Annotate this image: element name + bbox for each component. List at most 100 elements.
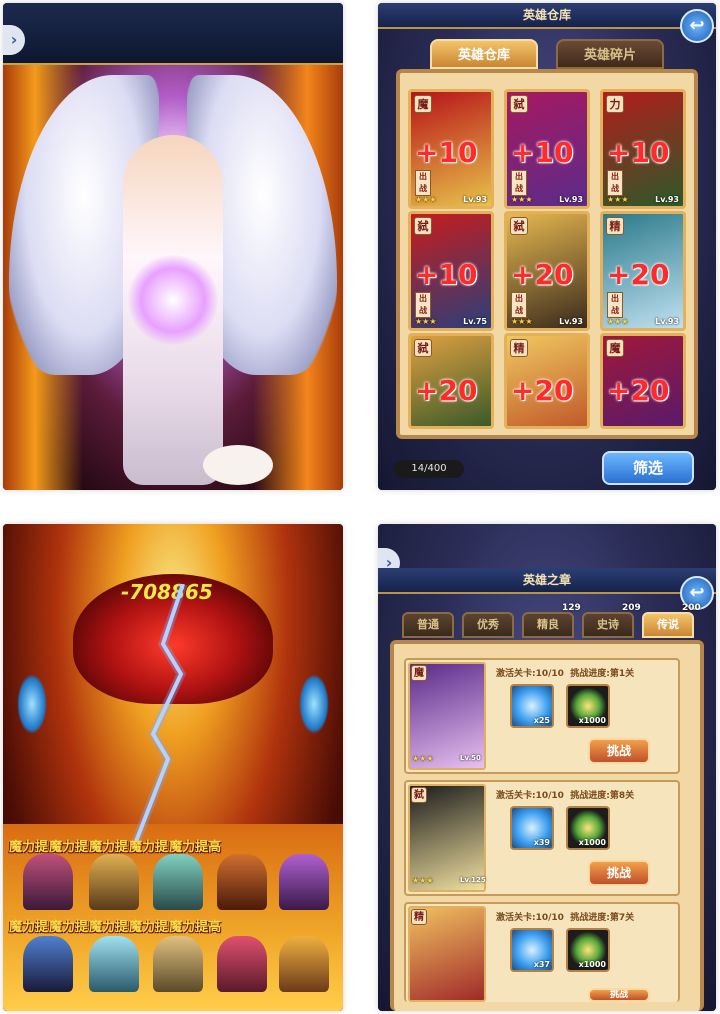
challenge-progress: 挑战进度:第1关 — [570, 669, 635, 679]
battle-badge: 出战 — [607, 292, 623, 318]
blue-flame-left — [17, 674, 47, 734]
tab-common[interactable]: 普通 — [402, 612, 454, 638]
chapter-row[interactable]: 弑 ★★★ Lv.125 激活关卡:10/10 挑战进度:第8关 x39 x10… — [404, 780, 680, 896]
stage-progress: 激活关卡:10/10 挑战进度:第7关 — [496, 910, 634, 923]
active-stages: 激活关卡:10/10 — [496, 913, 564, 923]
buff-text: 魔力提 — [49, 840, 89, 855]
battle-badge: 出战 — [511, 292, 527, 318]
ally-unit[interactable] — [153, 854, 203, 910]
challenge-progress: 挑战进度:第8关 — [570, 791, 635, 801]
buff-text: 魔力提 — [89, 920, 129, 935]
challenge-button[interactable]: 挑战 — [588, 988, 650, 1002]
hero-card[interactable]: 弑 +10 出战 ★★★ Lv.75 — [408, 211, 494, 331]
ally-unit[interactable] — [279, 854, 329, 910]
lamb-figure — [203, 445, 273, 485]
star-rating: ★★★ — [511, 195, 533, 204]
faction-badge: 力 — [606, 95, 624, 113]
upgrade-bonus: +20 — [511, 258, 574, 291]
ally-unit[interactable] — [153, 936, 203, 992]
hero-card[interactable]: 魔 +10 出战 ★★★ Lv.93 — [408, 89, 494, 209]
faction-badge: 魔 — [606, 339, 624, 357]
blue-flame-right — [299, 674, 329, 734]
hero-level: Lv.93 — [655, 317, 679, 326]
ally-unit[interactable] — [217, 854, 267, 910]
tab-fine[interactable]: 精良 — [522, 612, 574, 638]
buff-text: 魔力提 — [129, 840, 169, 855]
item-quantity: x1000 — [578, 960, 606, 969]
buff-text: 魔力提 — [9, 840, 49, 855]
upgrade-bonus: +20 — [415, 374, 478, 407]
battle-scene-panel[interactable]: -708865 魔力提魔力提魔力提魔力提魔力提高 魔力提魔力提魔力提魔力提魔力提… — [3, 524, 343, 1011]
buff-text: 魔力提 — [89, 840, 129, 855]
faction-badge: 精 — [606, 217, 624, 235]
faction-badge: 弑 — [510, 217, 528, 235]
buff-text: 魔力提 — [49, 920, 89, 935]
back-arrow-icon[interactable]: ↩ — [680, 9, 714, 43]
battle-badge: 出战 — [415, 292, 431, 318]
chapter-row[interactable]: 魔 ★★★ Lv.50 激活关卡:10/10 挑战进度:第1关 x25 x100… — [404, 658, 680, 774]
stage-progress: 激活关卡:10/10 挑战进度:第1关 — [496, 666, 634, 679]
item-quantity: x37 — [533, 960, 550, 969]
tab-hero-fragments[interactable]: 英雄碎片 — [556, 39, 664, 69]
tab-count: 209 — [622, 603, 641, 613]
tab-excellent[interactable]: 优秀 — [462, 612, 514, 638]
hero-card[interactable]: 弑 +20 — [408, 333, 494, 429]
diamond-gem-icon[interactable]: x37 — [510, 928, 554, 972]
ally-unit[interactable] — [89, 936, 139, 992]
challenge-button[interactable]: 挑战 — [588, 738, 650, 764]
hero-card[interactable]: 魔 +20 — [600, 333, 686, 429]
angel-artwork-panel[interactable]: › — [3, 3, 343, 490]
hero-card[interactable]: 力 +10 出战 ★★★ Lv.93 — [600, 89, 686, 209]
active-stages: 激活关卡:10/10 — [496, 791, 564, 801]
tab-hero-warehouse[interactable]: 英雄仓库 — [430, 39, 538, 69]
upgrade-bonus: +10 — [607, 136, 670, 169]
tab-legend[interactable]: 传说 — [642, 612, 694, 638]
buff-text: 魔力提 — [9, 920, 49, 935]
ally-unit[interactable] — [279, 936, 329, 992]
upgrade-bonus: +10 — [415, 136, 478, 169]
hero-level: Lv.93 — [655, 195, 679, 204]
diamond-gem-icon[interactable]: x39 — [510, 806, 554, 850]
ally-unit[interactable] — [89, 854, 139, 910]
challenge-button[interactable]: 挑战 — [588, 860, 650, 886]
buff-text: 魔力提高 — [169, 920, 222, 935]
ally-unit[interactable] — [23, 854, 73, 910]
battle-badge: 出战 — [415, 170, 431, 196]
hero-level: Lv.125 — [460, 876, 486, 884]
filter-button[interactable]: 筛选 — [602, 451, 694, 485]
item-quantity: x25 — [533, 716, 550, 725]
ally-unit[interactable] — [23, 936, 73, 992]
star-rating: ★★★ — [415, 317, 437, 326]
ally-unit[interactable] — [217, 936, 267, 992]
diamond-gem-icon[interactable]: x25 — [510, 684, 554, 728]
upgrade-bonus: +10 — [415, 258, 478, 291]
hero-level: Lv.93 — [559, 195, 583, 204]
lightning-bolt-icon — [130, 584, 188, 844]
faction-badge: 弑 — [414, 339, 432, 357]
hero-level: Lv.93 — [463, 195, 487, 204]
hero-warehouse-screen: 英雄仓库 ↩ 英雄仓库 英雄碎片 魔 +10 出战 ★★★ Lv.93 弑 +1… — [378, 3, 716, 490]
medal-icon[interactable]: x1000 — [566, 684, 610, 728]
medal-icon[interactable]: x1000 — [566, 928, 610, 972]
hero-card[interactable]: 精 +20 出战 ★★★ Lv.93 — [600, 211, 686, 331]
star-rating: ★★★ — [412, 754, 434, 763]
faction-badge: 魔 — [411, 665, 427, 681]
hero-card[interactable]: 精 +20 — [504, 333, 590, 429]
active-stages: 激活关卡:10/10 — [496, 669, 564, 679]
faction-badge: 精 — [411, 909, 427, 925]
tab-count: 129 — [562, 603, 581, 613]
artwork-header-bar — [3, 3, 343, 65]
medal-icon[interactable]: x1000 — [566, 806, 610, 850]
item-quantity: x39 — [533, 838, 550, 847]
buff-text: 魔力提高 — [169, 840, 222, 855]
hero-card[interactable]: 弑 +20 出战 ★★★ Lv.93 — [504, 211, 590, 331]
upgrade-bonus: +20 — [607, 374, 670, 407]
item-quantity: x1000 — [578, 838, 606, 847]
battle-badge: 出战 — [511, 170, 527, 196]
item-quantity: x1000 — [578, 716, 606, 725]
chapter-row[interactable]: 精 激活关卡:10/10 挑战进度:第7关 x37 x1000 挑战 — [404, 902, 680, 1002]
tab-epic[interactable]: 史诗 — [582, 612, 634, 638]
upgrade-bonus: +20 — [607, 258, 670, 291]
star-rating: ★★★ — [511, 317, 533, 326]
hero-card[interactable]: 弑 +10 出战 ★★★ Lv.93 — [504, 89, 590, 209]
